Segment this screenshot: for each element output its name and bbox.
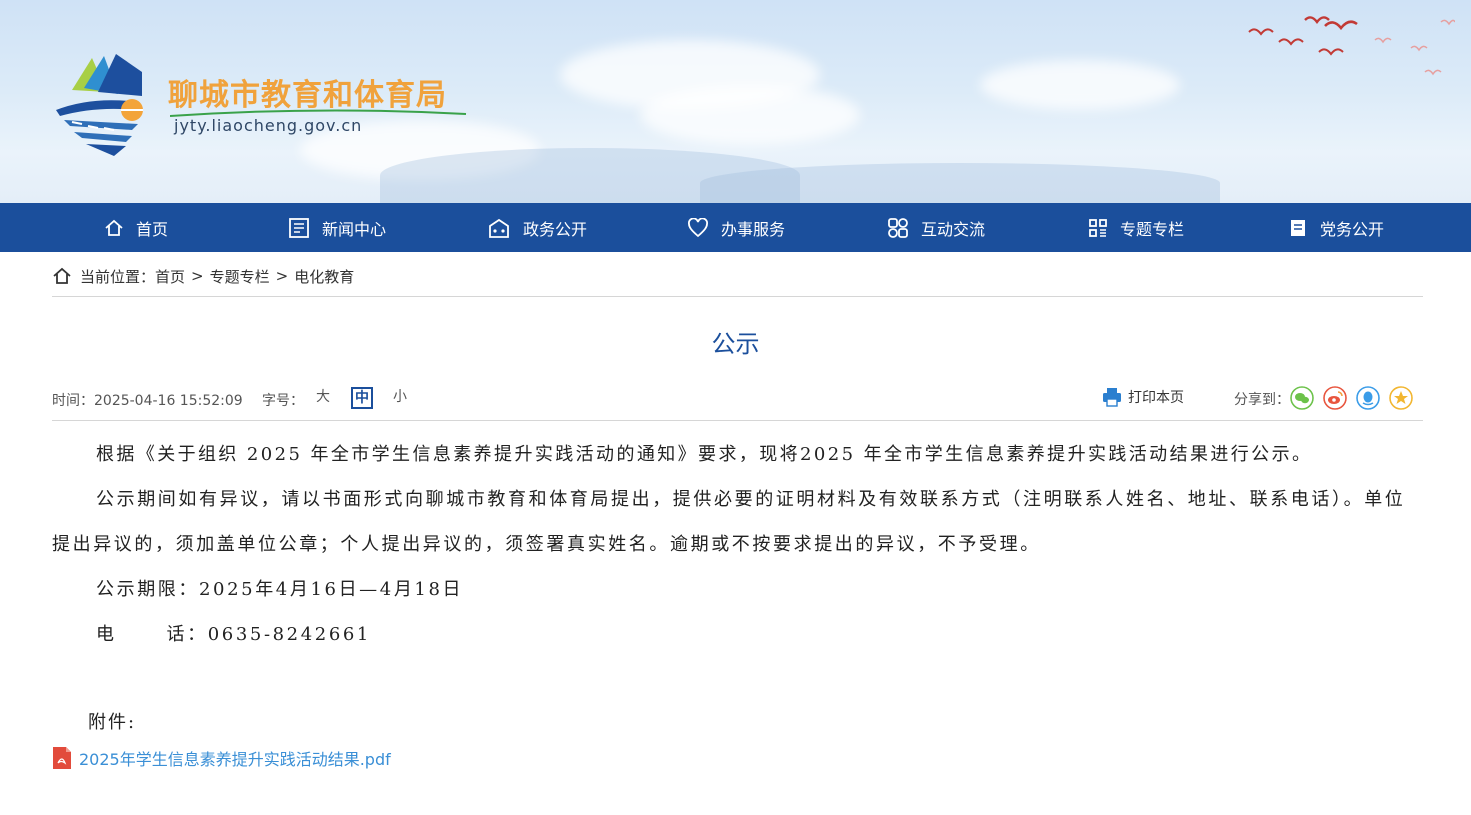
font-size-label: 字号：: [262, 393, 304, 409]
nav-item-label: 办事服务: [721, 219, 786, 239]
grid-icon: [1089, 218, 1107, 237]
article-meta: 时间：2025-04-16 15:52:09 字号： 大 中 小 打印本页 分享…: [52, 386, 1423, 412]
heart-icon: [688, 217, 708, 237]
nav-item-label: 政务公开: [523, 219, 588, 239]
article-paragraph: 电 话：0635-8242661: [96, 624, 371, 645]
news-icon: [289, 217, 309, 238]
qzone-icon[interactable]: [1389, 386, 1413, 410]
logo-emblem-icon: [56, 54, 143, 156]
attachment-link[interactable]: 2025年学生信息素养提升实践活动结果.pdf: [52, 746, 391, 770]
nav-item-services[interactable]: 办事服务: [687, 203, 785, 252]
birds-decoration-icon: [1248, 16, 1455, 76]
nav-item-government[interactable]: 政务公开: [487, 203, 587, 252]
home-icon: [53, 267, 71, 284]
nav-item-interaction[interactable]: 互动交流: [887, 203, 985, 252]
nav-item-label: 互动交流: [921, 219, 986, 239]
site-domain: jyty.liaocheng.gov.cn: [174, 116, 363, 135]
publish-time-label: 时间：: [52, 393, 94, 409]
article-paragraph: 根据《关于组织 2025 年全市学生信息素养提升实践活动的通知》要求，现将202…: [96, 444, 1313, 465]
nav-item-label: 新闻中心: [322, 219, 387, 239]
cloud-decoration: [980, 60, 1180, 110]
print-button[interactable]: 打印本页: [1102, 387, 1184, 407]
pdf-file-icon: [53, 747, 71, 769]
interaction-icon: [888, 217, 908, 238]
government-icon: [489, 218, 509, 238]
nav-item-party-affairs[interactable]: 党务公开: [1288, 203, 1384, 252]
font-size-medium-button[interactable]: 中: [351, 387, 373, 409]
mountain-decoration: [700, 163, 1220, 203]
document-icon: [1291, 219, 1305, 236]
article-title: 公示: [711, 330, 760, 358]
nav-item-home[interactable]: 首页: [104, 203, 168, 252]
article-paragraph: 公示期限：2025年4月16日—4月18日: [96, 579, 464, 600]
weibo-icon[interactable]: [1323, 386, 1347, 410]
publish-time: 时间：2025-04-16 15:52:09: [52, 390, 243, 410]
attachment-filename: 2025年学生信息素养提升实践活动结果.pdf: [79, 750, 391, 769]
publish-time-value: 2025-04-16 15:52:09: [94, 393, 243, 409]
cloud-decoration: [640, 85, 860, 145]
attachment-label: 附件:: [88, 712, 137, 733]
article-paragraph: 公示期间如有异议，请以书面形式向聊城市教育和体育局提出，提供必要的证明材料及有效…: [52, 489, 1406, 555]
nav-item-label: 党务公开: [1320, 219, 1385, 239]
main-nav: 首页 新闻中心 政务公开 办事服务 互动交流 专题专栏 党务公开: [0, 203, 1471, 252]
breadcrumb-link-audiovisual-education[interactable]: 电化教育: [294, 266, 354, 287]
print-label: 打印本页: [1128, 390, 1184, 406]
nav-item-label: 专题专栏: [1120, 219, 1185, 239]
home-icon: [105, 219, 123, 236]
nav-item-topics[interactable]: 专题专栏: [1088, 203, 1184, 252]
font-size-large-button[interactable]: 大: [312, 387, 334, 409]
breadcrumb-link-home[interactable]: 首页: [155, 266, 185, 287]
article-body: 根据《关于组织 2025 年全市学生信息素养提升实践活动的通知》要求，现将202…: [52, 432, 1423, 657]
breadcrumb-separator: >: [191, 267, 204, 285]
wechat-icon[interactable]: [1290, 386, 1314, 410]
qq-icon[interactable]: [1356, 386, 1380, 410]
breadcrumb: 当前位置： 首页 > 专题专栏 > 电化教育: [52, 264, 354, 288]
breadcrumb-link-topics[interactable]: 专题专栏: [210, 266, 270, 287]
site-logo[interactable]: 聊城市教育和体育局 jyty.liaocheng.gov.cn: [52, 52, 472, 162]
nav-item-news[interactable]: 新闻中心: [288, 203, 386, 252]
breadcrumb-label: 当前位置：: [80, 267, 156, 286]
header-banner: 聊城市教育和体育局 jyty.liaocheng.gov.cn: [0, 0, 1471, 203]
nav-item-label: 首页: [136, 219, 169, 239]
printer-icon: [1103, 388, 1121, 407]
breadcrumb-separator: >: [275, 267, 289, 285]
divider: [52, 296, 1423, 297]
divider: [52, 420, 1423, 421]
font-size-small-button[interactable]: 小: [389, 387, 411, 409]
share-label: 分享到：: [1234, 392, 1290, 408]
